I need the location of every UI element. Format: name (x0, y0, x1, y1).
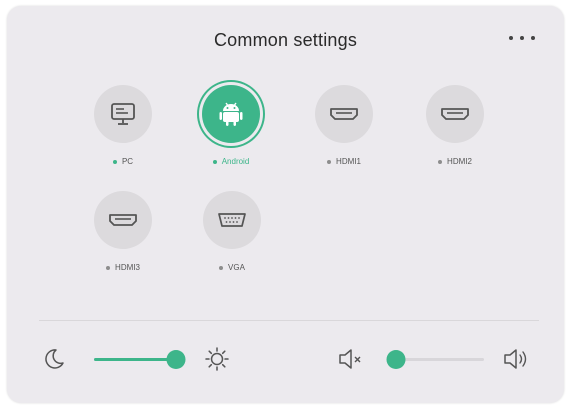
more-options-button[interactable] (507, 28, 537, 48)
source-vga-button[interactable]: VGA (192, 191, 272, 272)
more-dot-icon (509, 36, 513, 40)
volume-slider[interactable] (386, 350, 484, 369)
source-label: HDMI1 (304, 157, 384, 166)
slider-track (396, 358, 484, 361)
brightness-slider[interactable] (94, 350, 186, 369)
source-icon-circle (203, 191, 261, 249)
speaker-mute-icon (339, 349, 361, 369)
panel-title: Common settings (213, 30, 358, 50)
hdmi-port-icon (441, 108, 469, 120)
common-settings-panel: Common settings PC Android HDMI1 HDMI2 H… (7, 6, 564, 403)
source-icon-circle (202, 85, 260, 143)
vga-port-icon (218, 213, 246, 227)
slider-fill (94, 358, 176, 361)
source-label-text: VGA (228, 263, 245, 272)
speaker-loud-icon (504, 349, 527, 369)
status-dot (438, 159, 443, 164)
source-label-text: HDMI2 (447, 157, 472, 166)
source-icon-circle (94, 191, 152, 249)
android-icon (219, 102, 243, 126)
source-label: HDMI2 (415, 157, 495, 166)
source-label-text: HDMI1 (336, 157, 361, 166)
sun-icon (205, 347, 229, 371)
source-icon-circle (94, 85, 152, 143)
source-label: HDMI3 (83, 263, 163, 272)
source-label-text: Android (221, 157, 250, 166)
source-icon-circle (315, 85, 373, 143)
volume-mute-button[interactable] (337, 345, 367, 373)
source-label: VGA (192, 263, 272, 272)
status-dot (327, 159, 332, 164)
moon-icon (45, 349, 64, 369)
source-icon-circle (426, 85, 484, 143)
status-dot (212, 159, 217, 164)
source-pc-button[interactable]: PC (83, 85, 163, 166)
hdmi-port-icon (109, 214, 137, 226)
hdmi-port-icon (330, 108, 358, 120)
source-hdmi3-button[interactable]: HDMI3 (83, 191, 163, 272)
brightness-low-button[interactable] (41, 346, 67, 372)
source-label-text: HDMI3 (115, 263, 140, 272)
slider-knob[interactable] (166, 350, 186, 369)
monitor-icon (111, 103, 135, 125)
source-hdmi1-button[interactable]: HDMI1 (304, 85, 384, 166)
source-label: Android (191, 157, 271, 166)
section-divider (39, 320, 539, 321)
slider-knob[interactable] (386, 350, 406, 369)
status-dot (106, 265, 111, 270)
source-hdmi2-button[interactable]: HDMI2 (415, 85, 495, 166)
source-android-button[interactable]: Android (191, 85, 271, 166)
status-dot (219, 265, 224, 270)
volume-max-button[interactable] (501, 345, 535, 373)
more-dot-icon (531, 36, 535, 40)
source-label: PC (83, 157, 163, 166)
brightness-high-button[interactable] (203, 345, 231, 373)
more-dot-icon (520, 36, 524, 40)
status-dot (112, 159, 117, 164)
source-label-text: PC (121, 157, 134, 166)
